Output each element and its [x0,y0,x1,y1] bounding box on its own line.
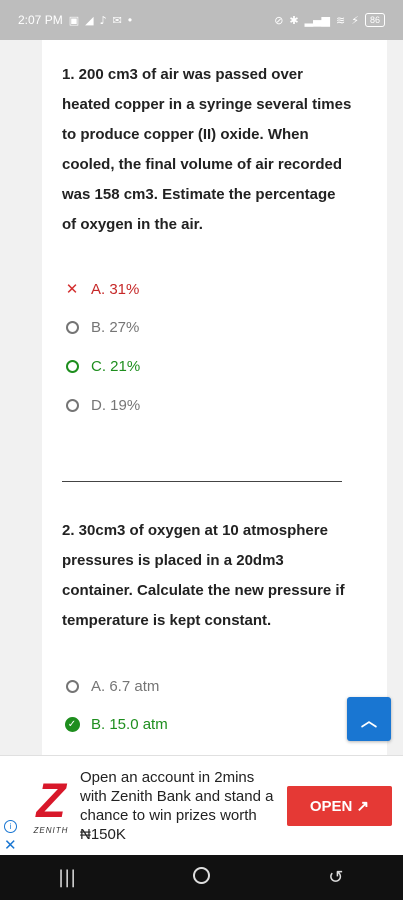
zenith-logo: Z ZENITH [26,778,76,838]
radio-icon [65,320,79,334]
recents-icon[interactable]: ||| [37,867,97,888]
q1-option-c[interactable]: C. 21% [62,355,140,377]
status-right: ⊘ ✱ ▂▄▆ ≋ ⚡ 86 [274,13,385,27]
bluetooth-icon: ✱ [289,13,299,27]
radio-correct-icon [65,359,79,373]
ad-open-label: OPEN ↗ [309,798,370,815]
status-bar: 2:07 PM ▣ ◢ ♪ ✉ • ⊘ ✱ ▂▄▆ ≋ ⚡ 86 [0,0,403,40]
ad-open-button[interactable]: OPEN ↗ [287,786,392,826]
question-divider [62,481,342,482]
back-icon[interactable]: ↺ [306,867,366,888]
question-1-text: 1. 200 cm3 of air was passed over heated… [62,66,352,233]
quiz-content[interactable]: 1. 200 cm3 of air was passed over heated… [0,40,403,755]
battery-indicator: 86 [364,13,385,27]
ad-text: Open an account in 2mins with Zenith Ban… [80,769,274,843]
telegram-icon: ◢ [85,13,94,27]
q2-option-a-label: A. 6.7 atm [91,677,160,695]
wifi-icon: ≋ [336,13,346,27]
system-nav-bar: ||| ↺ [0,855,403,900]
radio-icon [65,679,79,693]
status-time: 2:07 PM [18,13,63,27]
radio-icon [65,398,79,412]
quiz-card: 1. 200 cm3 of air was passed over heated… [42,40,387,755]
q1-option-c-label: C. 21% [91,357,141,375]
status-dot: • [127,13,133,27]
q1-option-b[interactable]: B. 27% [62,316,139,338]
q2-option-b-label: B. 15.0 atm [91,715,168,733]
linkedin-icon: ▣ [68,13,80,27]
q1-option-b-label: B. 27% [91,318,140,336]
status-left: 2:07 PM ▣ ◢ ♪ ✉ • [18,13,132,27]
chevron-up-icon: ︿ [360,711,377,730]
zenith-logo-name: ZENITH [33,826,69,835]
zenith-logo-mark: Z [36,775,66,828]
wrong-x-icon: ✕ [65,280,79,298]
ad-info-icon[interactable]: i [4,820,17,833]
ad-close-icon[interactable]: ✕ [4,836,17,854]
q1-option-a-label: A. 31% [91,280,140,298]
q2-option-a[interactable]: A. 6.7 atm [62,675,159,697]
q1-option-d[interactable]: D. 19% [62,394,140,416]
mail-icon: ✉ [112,13,122,27]
check-circle-icon: ✓ [64,716,80,732]
scroll-to-top-button[interactable]: ︿ [347,697,391,741]
tiktok-icon: ♪ [99,13,107,27]
q1-option-a[interactable]: ✕ A. 31% [62,278,140,300]
question-2-text: 2. 30cm3 of oxygen at 10 atmosphere pres… [62,522,345,629]
mute-icon: ⊘ [274,13,284,27]
home-icon[interactable] [171,866,231,889]
charging-icon: ⚡ [351,13,359,27]
q2-option-b[interactable]: ✓ B. 15.0 atm [62,713,168,735]
q1-option-d-label: D. 19% [91,396,141,414]
signal-icon: ▂▄▆ [304,13,331,27]
